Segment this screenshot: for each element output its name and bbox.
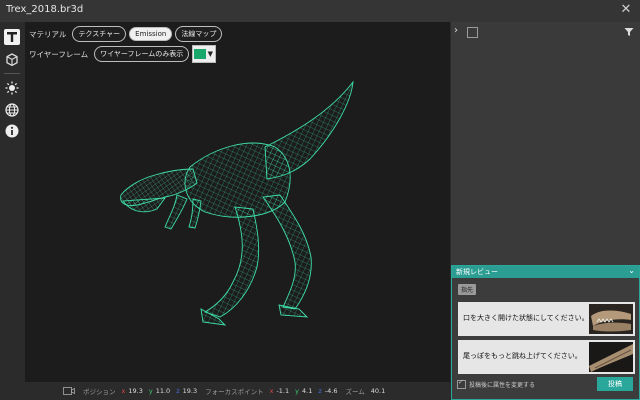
position-label: ポジション — [83, 388, 116, 396]
right-panel-header: › — [451, 22, 640, 42]
post-button[interactable]: 投稿 — [597, 377, 633, 391]
chevron-right-icon[interactable]: › — [454, 25, 458, 36]
x-axis-icon: x — [269, 387, 274, 395]
normal-map-toggle[interactable]: 法線マップ — [175, 26, 223, 42]
position-z: 19.3 — [182, 387, 198, 395]
review-item[interactable]: 口を大きく開けた状態にしてください。 — [458, 302, 635, 336]
material-row: マテリアル テクスチャー Emission 法線マップ — [29, 26, 223, 42]
light-icon[interactable] — [4, 80, 20, 96]
window-title: Trex_2018.br3d — [6, 4, 84, 15]
close-icon[interactable]: ✕ — [618, 2, 634, 18]
zoom-label: ズーム — [345, 388, 365, 396]
toolbar-divider — [4, 73, 20, 74]
change-attribute-option[interactable]: 投稿後に属性を変更する — [457, 378, 536, 389]
cube-icon[interactable] — [4, 52, 20, 68]
camera-icon[interactable] — [63, 387, 75, 395]
new-review-panel: 新規レビュー ⌄ 指先 口を大きく開けた状態にしてください。 尾っぽをもっと跳ね… — [451, 265, 640, 400]
texture-toggle[interactable]: テクスチャー — [72, 26, 127, 42]
review-item-text: 尾っぽをもっと跳ね上げてください。 — [463, 352, 582, 360]
emission-toggle[interactable]: Emission — [129, 27, 173, 41]
focus-y: 4.1 — [302, 387, 313, 395]
z-axis-icon: z — [176, 387, 180, 395]
review-item[interactable]: 尾っぽをもっと跳ね上げてください。 — [458, 340, 635, 374]
review-title: 新規レビュー — [456, 268, 498, 276]
dropdown-arrow-icon: ▼ — [207, 50, 213, 58]
review-header[interactable]: 新規レビュー ⌄ — [452, 266, 639, 278]
select-checkbox[interactable] — [467, 27, 478, 38]
zoom-value: 40.1 — [370, 387, 386, 395]
3d-viewport[interactable]: マテリアル テクスチャー Emission 法線マップ ワイヤーフレーム ワイヤ… — [25, 22, 450, 382]
trex-wireframe-model[interactable] — [85, 77, 385, 337]
focus-z: -4.6 — [324, 387, 338, 395]
y-axis-icon: y — [148, 387, 153, 395]
position-x: 19.3 — [128, 387, 143, 395]
globe-icon[interactable] — [4, 102, 20, 118]
info-icon[interactable] — [4, 123, 20, 139]
checkbox[interactable] — [457, 378, 466, 389]
focus-x: -1.1 — [276, 387, 290, 395]
z-axis-icon: z — [318, 387, 322, 395]
review-tag[interactable]: 指先 — [458, 284, 477, 295]
left-toolbar — [0, 22, 24, 400]
checkbox-label: 投稿後に属性を変更する — [469, 382, 536, 389]
review-thumbnail — [589, 304, 633, 334]
y-axis-icon: y — [295, 387, 299, 395]
wireframe-only-toggle[interactable]: ワイヤーフレームのみ表示 — [94, 46, 190, 62]
x-axis-icon: x — [121, 387, 126, 395]
chevron-down-icon[interactable]: ⌄ — [628, 266, 635, 275]
material-label: マテリアル — [29, 29, 67, 39]
wireframe-row: ワイヤーフレーム ワイヤーフレームのみ表示 ▼ — [29, 45, 217, 63]
focus-label: フォーカスポイント — [205, 388, 264, 396]
status-bar: ポジション x 19.3 y 11.0 z 19.3 フォーカスポイント x -1.1 … — [25, 382, 450, 400]
review-item-text: 口を大きく開けた状態にしてください。 — [463, 314, 589, 322]
review-thumbnail — [589, 342, 633, 372]
color-swatch — [194, 49, 207, 59]
position-y: 11.0 — [155, 387, 171, 395]
wireframe-label: ワイヤーフレーム — [29, 49, 89, 59]
wireframe-color-picker[interactable]: ▼ — [192, 45, 217, 63]
text-tool-icon[interactable] — [4, 29, 20, 45]
filter-icon[interactable] — [624, 27, 634, 37]
title-bar: Trex_2018.br3d ✕ — [0, 0, 640, 22]
